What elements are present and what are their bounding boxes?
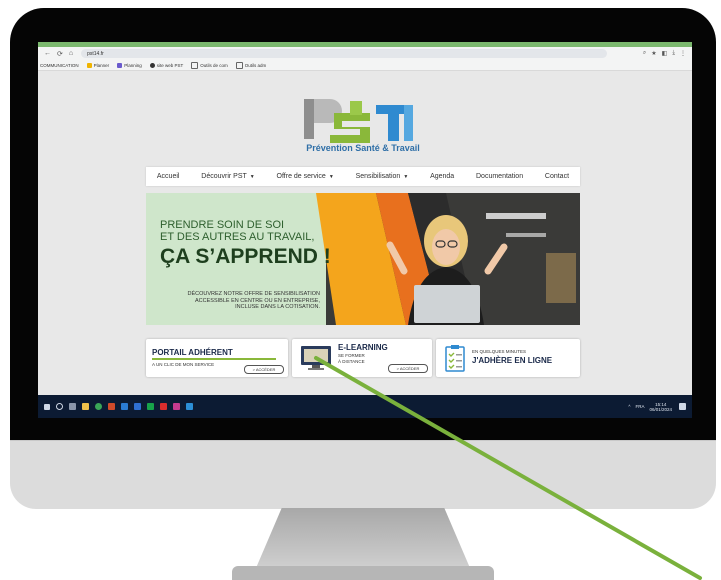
file-explorer-icon[interactable] bbox=[82, 403, 89, 410]
planning-icon bbox=[117, 62, 123, 68]
zoom-icon[interactable]: ⌕ bbox=[643, 50, 646, 57]
monitor-chin bbox=[10, 440, 716, 509]
web-page: Prévention Santé & Travail Accueil Décou… bbox=[38, 71, 692, 395]
nav-item-offre[interactable]: Offre de service ▼ bbox=[277, 173, 334, 180]
planner-icon bbox=[86, 62, 92, 68]
bookmark-communication[interactable]: COMMUNICATION bbox=[40, 63, 79, 68]
browser-toolbar-actions: ⌕ ★ ◧ ⤓ ⋮ bbox=[643, 50, 686, 57]
nav-item-contact[interactable]: Contact bbox=[545, 173, 569, 180]
system-tray: ^ FRA 15:14 06/01/2024 bbox=[628, 402, 686, 412]
card-subtitle-2: À DISTANCE bbox=[338, 359, 365, 364]
pst-logo[interactable]: Prévention Santé & Travail bbox=[300, 95, 426, 159]
nav-item-accueil[interactable]: Accueil bbox=[157, 173, 180, 180]
home-icon[interactable]: ⌂ bbox=[69, 50, 73, 57]
portail-adherent-card[interactable]: PORTAIL ADHÉRENT A UN CLIC DE MON SERVIC… bbox=[146, 339, 288, 377]
service-cards: PORTAIL ADHÉRENT A UN CLIC DE MON SERVIC… bbox=[146, 339, 580, 379]
monitor-screen: ← ⟳ ⌂ pst14.fr ⌕ ★ ◧ ⤓ ⋮ COMMUNICATION P… bbox=[38, 42, 692, 418]
hero-line-2: ÇA S’APPREND ! bbox=[160, 245, 331, 268]
elearning-acceder-button[interactable]: > ACCÉDER bbox=[388, 364, 428, 373]
card-title: PORTAIL ADHÉRENT bbox=[152, 348, 233, 357]
back-icon[interactable]: ← bbox=[44, 50, 51, 57]
browser-toolbar: ← ⟳ ⌂ pst14.fr ⌕ ★ ◧ ⤓ ⋮ bbox=[38, 47, 692, 60]
bookmark-site-web[interactable]: site web PST bbox=[149, 62, 183, 68]
word-icon[interactable] bbox=[134, 403, 141, 410]
globe-icon bbox=[149, 62, 155, 68]
card-subtitle: EN QUELQUES MINUTES bbox=[472, 349, 527, 354]
nav-item-agenda[interactable]: Agenda bbox=[430, 173, 454, 180]
bookmark-outils-adm[interactable]: Outils adm bbox=[235, 61, 266, 69]
outlook-icon[interactable] bbox=[121, 403, 128, 410]
acrobat-icon[interactable] bbox=[160, 403, 167, 410]
caret-down-icon: ▼ bbox=[249, 174, 255, 180]
nav-item-documentation[interactable]: Documentation bbox=[476, 173, 523, 180]
caret-down-icon: ▼ bbox=[328, 174, 334, 180]
folder-icon bbox=[191, 61, 199, 69]
hero-line-1b: ET DES AUTRES AU TRAVAIL, bbox=[160, 231, 315, 243]
windows-taskbar: ^ FRA 15:14 06/01/2024 bbox=[38, 395, 692, 418]
download-icon[interactable]: ⤓ bbox=[672, 50, 675, 57]
site-navigation: Accueil Découvrir PST ▼ Offre de service ▼… bbox=[146, 167, 580, 186]
pst-logo-mark bbox=[304, 99, 413, 143]
star-icon[interactable]: ★ bbox=[651, 50, 656, 57]
caret-down-icon: ▼ bbox=[403, 174, 409, 180]
nav-item-sensibilisation[interactable]: Sensibilisation ▼ bbox=[356, 173, 409, 180]
hero-headline: PRENDRE SOIN DE SOI ET DES AUTRES AU TRA… bbox=[160, 219, 340, 269]
folder-icon bbox=[235, 61, 243, 69]
extensions-icon[interactable]: ◧ bbox=[662, 50, 668, 57]
computer-icon bbox=[301, 346, 331, 370]
form-checklist-icon bbox=[445, 345, 465, 372]
excel-icon[interactable] bbox=[147, 403, 154, 410]
elearning-card[interactable]: E-LEARNING SE FORMER À DISTANCE > ACCÉDE… bbox=[292, 339, 432, 377]
address-bar[interactable]: pst14.fr bbox=[81, 49, 608, 58]
search-icon[interactable] bbox=[56, 403, 63, 410]
start-icon[interactable] bbox=[44, 403, 50, 410]
chrome-icon[interactable] bbox=[95, 403, 102, 410]
card-title: J'ADHÈRE EN LIGNE bbox=[472, 356, 553, 365]
task-view-icon[interactable] bbox=[69, 403, 76, 410]
reload-icon[interactable]: ⟳ bbox=[57, 50, 63, 58]
adhesion-card[interactable]: EN QUELQUES MINUTES J'ADHÈRE EN LIGNE bbox=[436, 339, 580, 377]
card-subtitle-1: SE FORMER bbox=[338, 353, 365, 358]
menu-icon[interactable]: ⋮ bbox=[680, 50, 686, 57]
card-subtitle: A UN CLIC DE MON SERVICE bbox=[152, 362, 215, 367]
nav-item-decouvrir[interactable]: Découvrir PST ▼ bbox=[201, 173, 254, 180]
bookmark-planning[interactable]: Planning bbox=[117, 62, 142, 68]
card-underline bbox=[152, 358, 276, 360]
monitor-stand bbox=[256, 508, 470, 568]
hero-subtext: DÉCOUVREZ NOTRE OFFRE DE SENSIBILISATION… bbox=[187, 291, 320, 310]
card-title: E-LEARNING bbox=[338, 343, 388, 352]
teams-icon[interactable] bbox=[173, 403, 180, 410]
hero-banner[interactable]: PRENDRE SOIN DE SOI ET DES AUTRES AU TRA… bbox=[146, 193, 580, 325]
clock[interactable]: 15:14 06/01/2024 bbox=[649, 402, 672, 412]
bookmark-outils-com[interactable]: Outils de com bbox=[191, 61, 228, 69]
monitor-stand-base bbox=[232, 566, 494, 580]
bookmark-planner[interactable]: Planner bbox=[86, 62, 109, 68]
tray-chevron-icon[interactable]: ^ bbox=[628, 404, 630, 409]
logo-tagline: Prévention Santé & Travail bbox=[306, 143, 420, 153]
bookmarks-bar: COMMUNICATION Planner Planning site web … bbox=[38, 60, 692, 71]
notifications-icon[interactable] bbox=[679, 403, 686, 410]
app-icon[interactable] bbox=[186, 403, 193, 410]
hero-line-1a: PRENDRE SOIN DE SOI bbox=[160, 219, 285, 231]
url-text: pst14.fr bbox=[87, 50, 104, 57]
lang-indicator[interactable]: FRA bbox=[635, 404, 644, 409]
portail-acceder-button[interactable]: > ACCÉDER bbox=[244, 365, 284, 374]
office-icon[interactable] bbox=[108, 403, 115, 410]
